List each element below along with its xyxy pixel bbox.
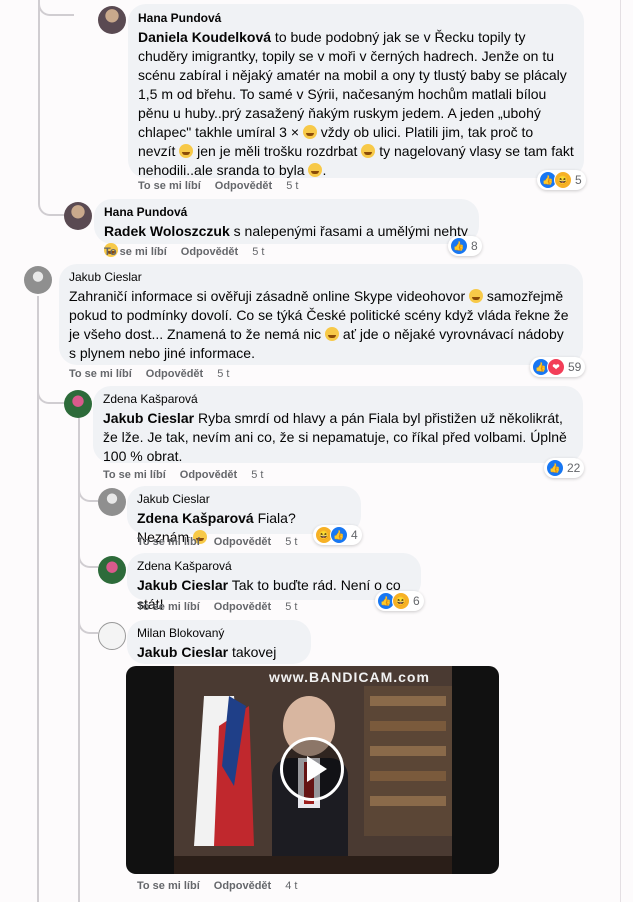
reply-link[interactable]: Odpovědět: [215, 180, 272, 192]
love-reaction-icon: ❤: [547, 358, 565, 376]
haha-reaction-icon: 😆: [392, 592, 410, 610]
mention-link[interactable]: Daniela Koudelková: [138, 29, 271, 45]
thread-line: [38, 0, 40, 178]
comment-bubble: Jakub Cieslar Zahraničí informace si ově…: [59, 264, 583, 365]
smirk-emoji-icon: [179, 144, 194, 158]
like-link[interactable]: To se mi líbí: [69, 368, 132, 380]
mention-link[interactable]: Jakub Cieslar: [137, 577, 228, 593]
comment-text: Zahraničí informace si ověřuji zásadně o…: [69, 288, 569, 361]
avatar[interactable]: [64, 390, 92, 418]
reaction-summary[interactable]: 👍 22: [544, 458, 585, 478]
reaction-summary[interactable]: 👍 😆 5: [537, 170, 586, 190]
comment-bubble: Hana Pundová Radek Woloszczuk s nalepený…: [94, 199, 479, 257]
thread-connector: [38, 178, 66, 216]
video-watermark: www.BANDICAM.com: [269, 669, 430, 685]
avatar[interactable]: [64, 202, 92, 230]
like-link[interactable]: To se mi líbí: [138, 180, 201, 192]
avatar[interactable]: [98, 6, 126, 34]
thread-connector: [38, 0, 74, 16]
thread-connector: [78, 614, 98, 634]
reaction-summary[interactable]: 👍 8: [448, 236, 482, 256]
reply-link[interactable]: Odpovědět: [146, 368, 203, 380]
reply-link[interactable]: Odpovědět: [214, 536, 271, 548]
comment-bubble: Milan Blokovaný Jakub Cieslar takovej žv…: [127, 620, 311, 679]
upside-down-emoji-icon: [308, 163, 323, 177]
like-reaction-icon: 👍: [330, 526, 348, 544]
like-reaction-icon: 👍: [546, 459, 564, 477]
timestamp[interactable]: 5 t: [251, 469, 263, 481]
mention-link[interactable]: Radek Woloszczuk: [104, 223, 230, 239]
panel-border: [620, 0, 621, 902]
comment-author[interactable]: Milan Blokovaný: [137, 626, 301, 640]
comment-author[interactable]: Hana Pundová: [138, 11, 574, 25]
timestamp[interactable]: 4 t: [285, 880, 297, 892]
like-link[interactable]: To se mi líbí: [103, 469, 166, 481]
timestamp[interactable]: 5 t: [217, 368, 229, 380]
comment-actions: To se mi líbí Odpovědět 5 t: [137, 601, 311, 613]
mention-link[interactable]: Jakub Cieslar: [103, 410, 194, 426]
comment-bubble: Zdena Kašparová Jakub Cieslar Tak to buď…: [127, 553, 421, 612]
like-link[interactable]: To se mi líbí: [137, 601, 200, 613]
comment-actions: To se mi líbí Odpovědět 5 t: [103, 469, 277, 481]
thread-connector: [78, 548, 98, 568]
like-link[interactable]: To se mi líbí: [137, 536, 200, 548]
smile-emoji-icon: [325, 327, 340, 341]
comment-author[interactable]: Hana Pundová: [104, 205, 469, 219]
comment-author[interactable]: Jakub Cieslar: [69, 270, 573, 284]
haha-reaction-icon: 😆: [554, 171, 572, 189]
like-reaction-icon: 👍: [450, 237, 468, 255]
comment-actions: To se mi líbí Odpovědět 4 t: [137, 880, 311, 892]
comment-bubble: Hana Pundová Daniela Koudelková to bude …: [128, 4, 584, 178]
reply-link[interactable]: Odpovědět: [181, 246, 238, 258]
comment-actions: To se mi líbí Odpovědět 5 t: [138, 180, 312, 192]
laughing-emoji-icon: [302, 125, 317, 139]
comment-actions: To se mi líbí Odpovědět 5 t: [69, 368, 243, 380]
grin-emoji-icon: [469, 289, 483, 303]
like-link[interactable]: To se mi líbí: [137, 880, 200, 892]
comment-text: Jakub Cieslar Ryba smrdí od hlavy a pán …: [103, 410, 567, 464]
comment-author[interactable]: Jakub Cieslar: [137, 492, 351, 506]
reaction-summary[interactable]: 👍 😆 6: [375, 591, 424, 611]
avatar[interactable]: [24, 266, 52, 294]
video-player[interactable]: www.BANDICAM.com: [126, 666, 499, 874]
avatar[interactable]: [98, 622, 126, 650]
mention-link[interactable]: Jakub Cieslar: [137, 644, 228, 660]
rofl-emoji-icon: [361, 144, 376, 158]
thread-connector: [78, 482, 98, 502]
reply-link[interactable]: Odpovědět: [214, 601, 271, 613]
comment-author[interactable]: Zdena Kašparová: [137, 559, 411, 573]
comment-author[interactable]: Zdena Kašparová: [103, 392, 573, 406]
reaction-summary[interactable]: 😆 👍 4: [313, 525, 362, 545]
timestamp[interactable]: 5 t: [285, 536, 297, 548]
like-link[interactable]: To se mi líbí: [104, 246, 167, 258]
comment-actions: To se mi líbí Odpovědět 5 t: [104, 246, 278, 258]
timestamp[interactable]: 5 t: [286, 180, 298, 192]
avatar[interactable]: [98, 556, 126, 584]
comment-actions: To se mi líbí Odpovědět 5 t: [137, 536, 311, 548]
reply-link[interactable]: Odpovědět: [214, 880, 271, 892]
comment-bubble: Zdena Kašparová Jakub Cieslar Ryba smrdí…: [93, 386, 583, 464]
timestamp[interactable]: 5 t: [252, 246, 264, 258]
timestamp[interactable]: 5 t: [285, 601, 297, 613]
comment-text: Daniela Koudelková to bude podobný jak s…: [138, 29, 574, 178]
reply-link[interactable]: Odpovědět: [180, 469, 237, 481]
mention-link[interactable]: Zdena Kašparová: [137, 510, 254, 526]
reaction-summary[interactable]: 👍 ❤ 59: [530, 357, 586, 377]
thread-connector: [37, 380, 65, 404]
avatar[interactable]: [98, 488, 126, 516]
play-button[interactable]: [280, 737, 344, 801]
